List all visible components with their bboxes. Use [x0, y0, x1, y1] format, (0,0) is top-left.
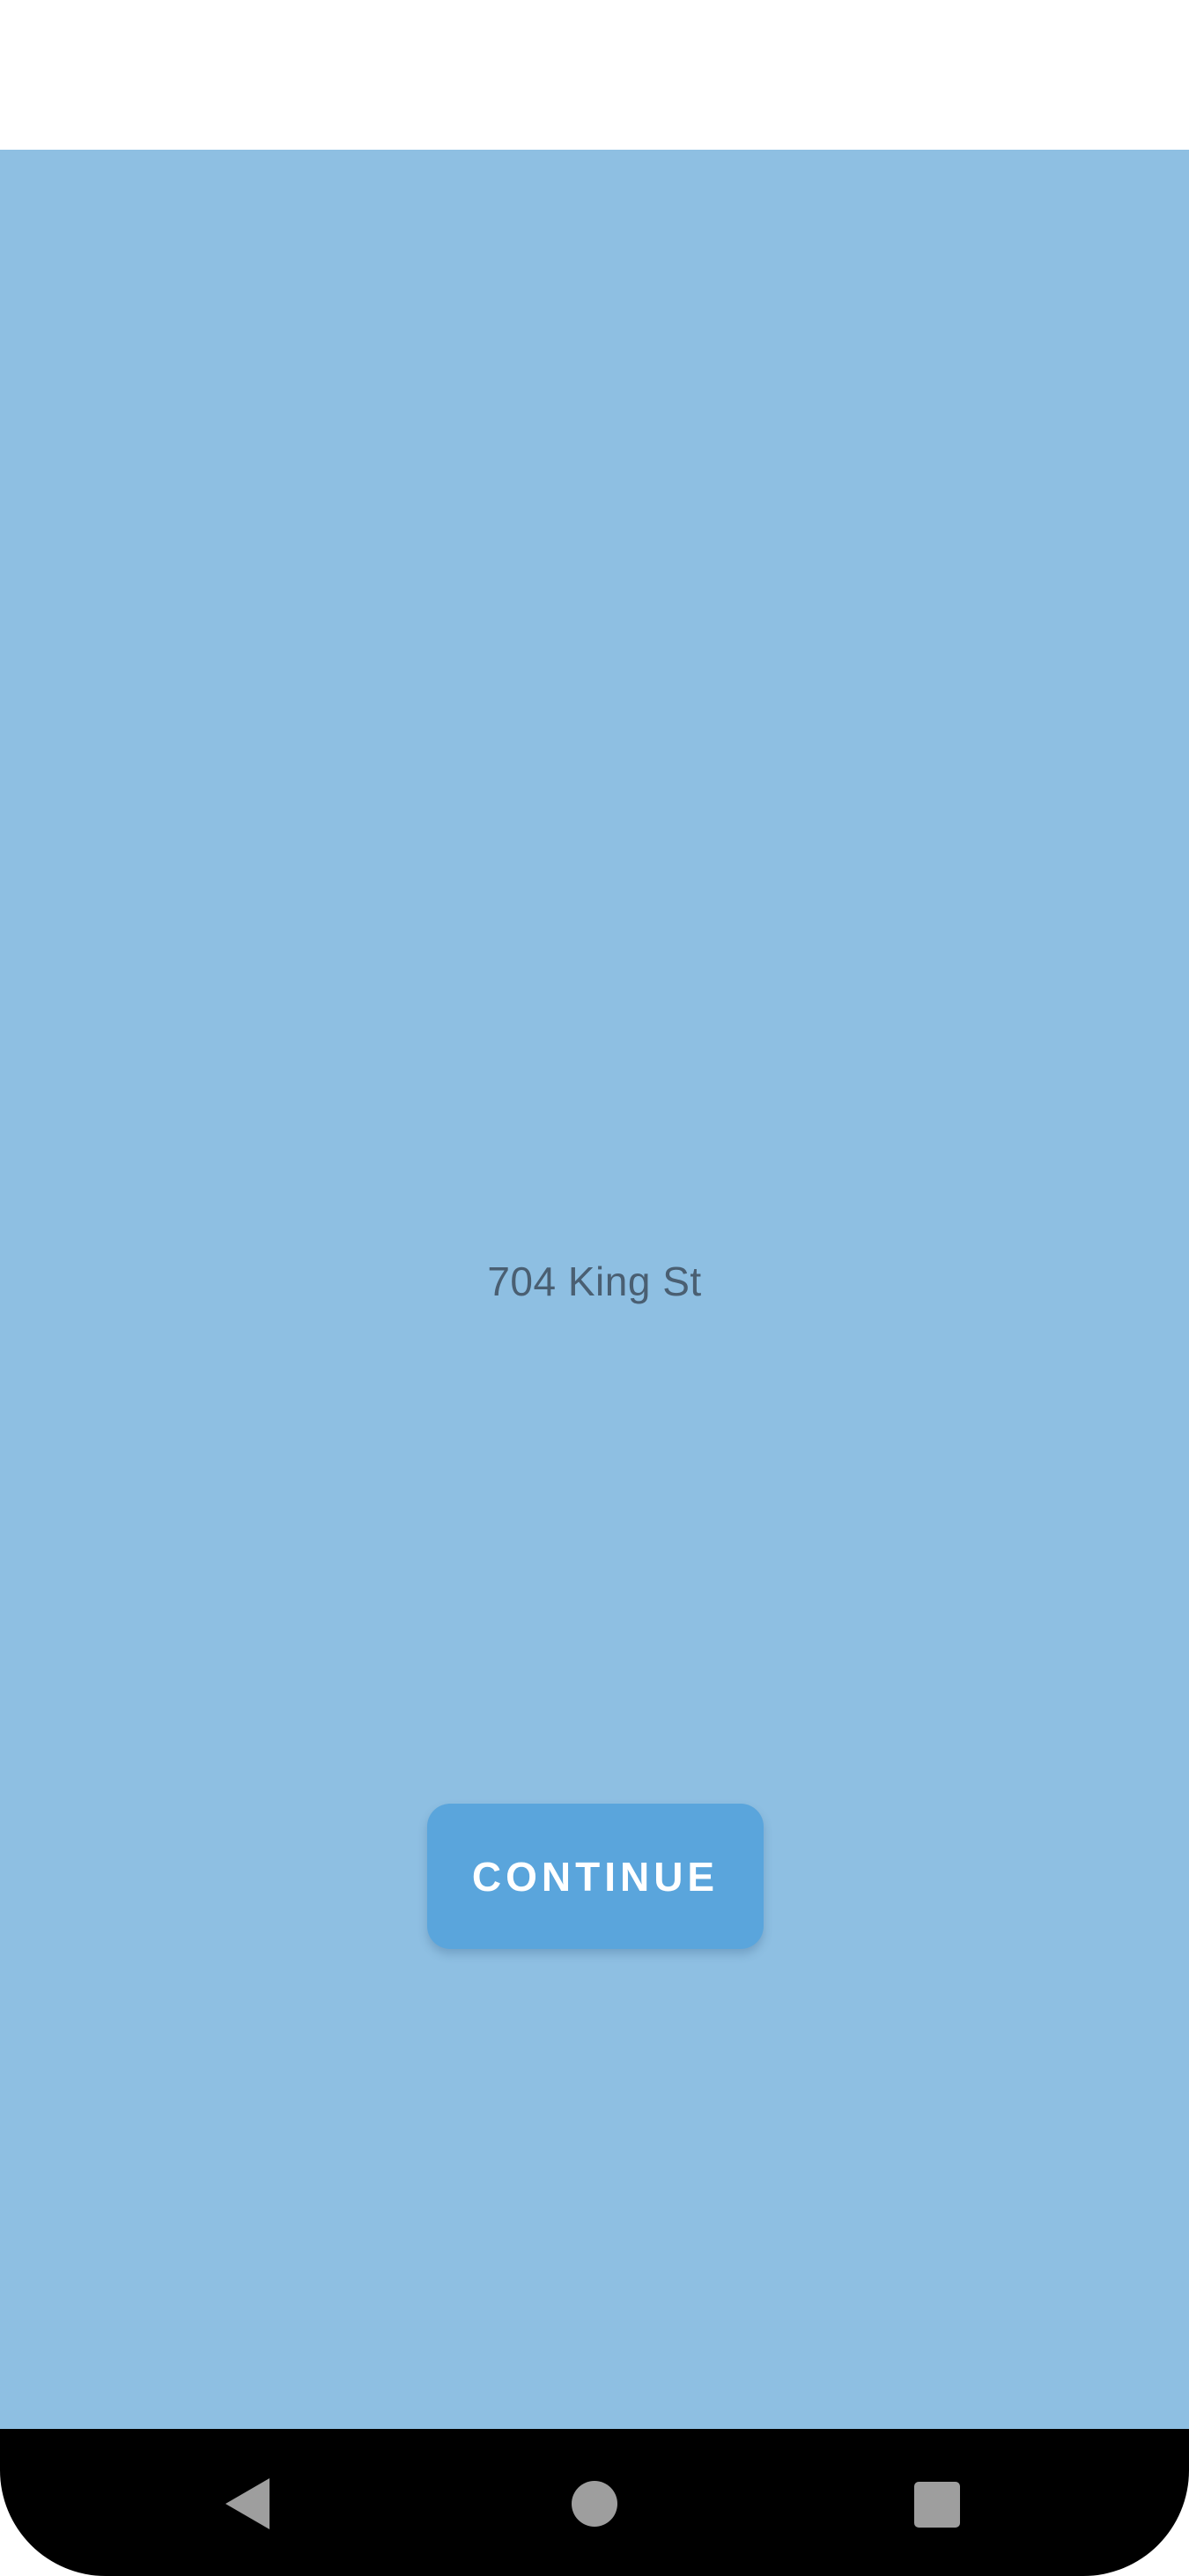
- back-icon[interactable]: [225, 2478, 270, 2529]
- main-content: 704 King St CONTINUE: [0, 150, 1189, 2429]
- app-screen: 704 King St CONTINUE: [0, 0, 1189, 2576]
- status-bar: [0, 0, 1189, 150]
- recents-icon[interactable]: [914, 2482, 960, 2528]
- address-label: 704 King St: [487, 1258, 702, 1304]
- continue-button[interactable]: CONTINUE: [427, 1804, 764, 1949]
- home-icon[interactable]: [572, 2481, 617, 2527]
- system-navigation-bar: [0, 2429, 1189, 2576]
